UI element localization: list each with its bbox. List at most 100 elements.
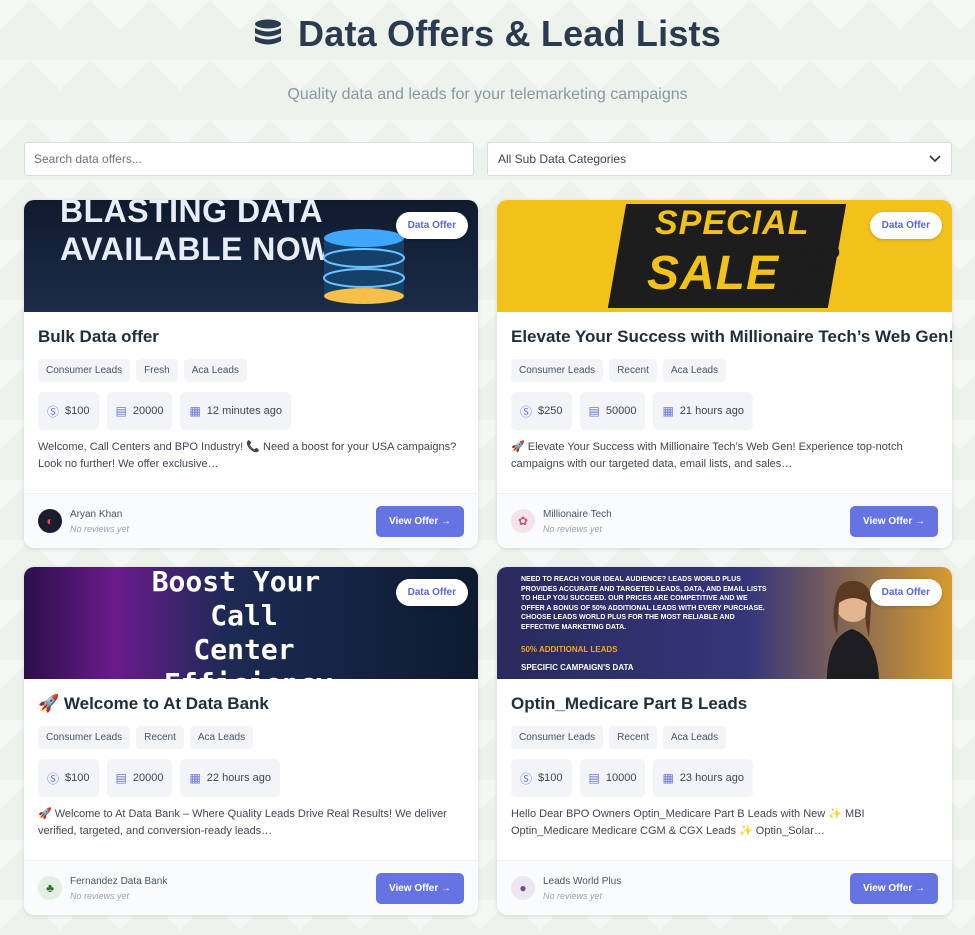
price-stat: Ⓢ $100 bbox=[38, 392, 99, 430]
tag: Aca Leads bbox=[189, 726, 254, 749]
chevron-down-icon bbox=[929, 155, 941, 163]
tag: Recent bbox=[609, 359, 657, 382]
card-footer: ♣ Fernandez Data Bank No reviews yet Vie… bbox=[24, 860, 478, 915]
price-value: $100 bbox=[538, 772, 563, 784]
offer-banner-image: NEED TO REACH YOUR IDEAL AUDIENCE? LEADS… bbox=[497, 567, 952, 679]
banner-line: BLASTING DATA bbox=[60, 200, 324, 229]
page-title: Data Offers & Lead Lists bbox=[298, 13, 721, 54]
stats-row: Ⓢ $100 ▤ 20000 ▦ 22 hours ago bbox=[38, 759, 464, 797]
tag-list: Consumer Leads Recent Aca Leads bbox=[38, 726, 464, 749]
banner-paragraph: NEED TO REACH YOUR IDEAL AUDIENCE? LEADS… bbox=[521, 576, 767, 631]
avatar: ● bbox=[511, 876, 535, 900]
tag: Aca Leads bbox=[662, 726, 727, 749]
offer-banner-image: Boost Your Call Center Efficiency Data O… bbox=[24, 567, 478, 679]
banner-line: AVAILABLE NOW! bbox=[60, 231, 344, 267]
seller-name[interactable]: Millionaire Tech bbox=[543, 509, 612, 520]
calendar-icon: ▦ bbox=[189, 771, 201, 785]
stats-row: Ⓢ $100 ▤ 20000 ▦ 12 minutes ago bbox=[38, 392, 464, 430]
view-offer-button[interactable]: View Offer → bbox=[376, 505, 464, 537]
tag: Consumer Leads bbox=[511, 359, 604, 382]
banner-line: Center bbox=[193, 633, 295, 666]
reviews-text: No reviews yet bbox=[70, 523, 130, 534]
title-row: Data Offers & Lead Lists bbox=[0, 12, 975, 56]
posted-value: 22 hours ago bbox=[206, 772, 271, 784]
seller-name[interactable]: Aryan Khan bbox=[70, 509, 129, 520]
offer-title[interactable]: Optin_Medicare Part B Leads bbox=[511, 694, 938, 714]
page-subtitle: Quality data and leads for your telemark… bbox=[287, 86, 688, 103]
banner-line: UPTO bbox=[793, 243, 840, 262]
banner-line: 70% bbox=[793, 261, 828, 280]
calendar-icon: ▦ bbox=[662, 404, 674, 418]
quantity-stat: ▤ 20000 bbox=[106, 392, 173, 430]
offer-banner-image: BLASTING DATA AVAILABLE NOW! Data Offer bbox=[24, 200, 478, 312]
stats-row: Ⓢ $250 ▤ 50000 ▦ 21 hours ago bbox=[511, 392, 938, 430]
category-select-value: All Sub Data Categories bbox=[498, 152, 627, 166]
avatar: ◐ bbox=[38, 509, 62, 533]
tag: Recent bbox=[136, 726, 184, 749]
offers-grid: BLASTING DATA AVAILABLE NOW! Data Offer … bbox=[24, 200, 952, 915]
offer-banner-image: SPECIAL SALE UPTO 70% OFF Data Offer bbox=[497, 200, 952, 312]
list-icon: ▤ bbox=[588, 404, 600, 418]
posted-value: 12 minutes ago bbox=[206, 405, 282, 417]
banner-line: SPECIAL bbox=[655, 204, 810, 242]
card-footer: ● Leads World Plus No reviews yet View O… bbox=[497, 860, 952, 915]
avatar: ✿ bbox=[511, 509, 535, 533]
database-icon bbox=[255, 19, 282, 45]
stats-row: Ⓢ $100 ▤ 10000 ▦ 23 hours ago bbox=[511, 759, 938, 797]
banner-line: Efficiency bbox=[164, 667, 333, 679]
tag-list: Consumer Leads Recent Aca Leads bbox=[511, 359, 938, 382]
offer-title[interactable]: Bulk Data offer bbox=[38, 327, 464, 347]
quantity-value: 20000 bbox=[132, 772, 164, 784]
search-input[interactable] bbox=[24, 142, 474, 176]
price-value: $100 bbox=[65, 772, 90, 784]
offer-title[interactable]: Elevate Your Success with Millionaire Te… bbox=[511, 327, 952, 347]
data-offer-badge: Data Offer bbox=[869, 212, 942, 239]
view-offer-button[interactable]: View Offer → bbox=[850, 505, 938, 537]
banner-line: SALE bbox=[647, 247, 780, 300]
avatar: ♣ bbox=[38, 876, 62, 900]
posted-stat: ▦ 12 minutes ago bbox=[180, 392, 291, 430]
posted-value: 21 hours ago bbox=[679, 405, 744, 417]
view-offer-button[interactable]: View Offer → bbox=[376, 872, 464, 904]
view-offer-button[interactable]: View Offer → bbox=[850, 872, 938, 904]
tag: Fresh bbox=[136, 359, 178, 382]
reviews-text: No reviews yet bbox=[543, 523, 603, 534]
tag: Recent bbox=[609, 726, 657, 749]
tag: Consumer Leads bbox=[38, 359, 131, 382]
reviews-text: No reviews yet bbox=[70, 890, 130, 901]
database-cylinder-graphic bbox=[323, 229, 405, 304]
seller-name[interactable]: Leads World Plus bbox=[543, 876, 621, 887]
offer-card: BLASTING DATA AVAILABLE NOW! Data Offer … bbox=[24, 200, 478, 548]
data-offer-badge: Data Offer bbox=[395, 579, 468, 606]
price-stat: Ⓢ $100 bbox=[511, 759, 572, 797]
banner-line: OFF bbox=[793, 284, 811, 294]
banner-discount: UPTO 70% OFF bbox=[793, 244, 840, 298]
banner-highlight: 50% ADDITIONAL LEADS bbox=[521, 645, 618, 654]
page-header: Data Offers & Lead Lists Quality data an… bbox=[0, 0, 975, 104]
calendar-icon: ▦ bbox=[189, 404, 201, 418]
offer-description: Welcome, Call Centers and BPO Industry! … bbox=[38, 441, 457, 470]
posted-value: 23 hours ago bbox=[679, 772, 744, 784]
offer-title[interactable]: 🚀 Welcome to At Data Bank bbox=[38, 694, 464, 714]
seller-info: ✿ Millionaire Tech No reviews yet bbox=[511, 509, 612, 534]
list-icon: ▤ bbox=[588, 771, 600, 785]
seller-name[interactable]: Fernandez Data Bank bbox=[70, 876, 167, 887]
card-footer: ✿ Millionaire Tech No reviews yet View O… bbox=[497, 493, 952, 548]
offer-card: SPECIAL SALE UPTO 70% OFF Data Offer Ele… bbox=[497, 200, 952, 548]
posted-stat: ▦ 21 hours ago bbox=[653, 392, 753, 430]
price-stat: Ⓢ $100 bbox=[38, 759, 99, 797]
quantity-stat: ▤ 20000 bbox=[106, 759, 173, 797]
offer-card: Boost Your Call Center Efficiency Data O… bbox=[24, 567, 478, 915]
quantity-value: 50000 bbox=[605, 405, 637, 417]
banner-text: BLASTING DATA AVAILABLE NOW! bbox=[60, 200, 343, 268]
offer-card: NEED TO REACH YOUR IDEAL AUDIENCE? LEADS… bbox=[497, 567, 952, 915]
tag-list: Consumer Leads Recent Aca Leads bbox=[511, 726, 938, 749]
quantity-stat: ▤ 50000 bbox=[579, 392, 646, 430]
posted-stat: ▦ 23 hours ago bbox=[653, 759, 753, 797]
offer-description: 🚀 Welcome to At Data Bank – Where Qualit… bbox=[38, 808, 447, 837]
category-select[interactable]: All Sub Data Categories bbox=[487, 142, 952, 176]
seller-info: ● Leads World Plus No reviews yet bbox=[511, 876, 621, 901]
dollar-icon: Ⓢ bbox=[520, 771, 533, 786]
quantity-stat: ▤ 10000 bbox=[579, 759, 646, 797]
seller-info: ♣ Fernandez Data Bank No reviews yet bbox=[38, 876, 167, 901]
